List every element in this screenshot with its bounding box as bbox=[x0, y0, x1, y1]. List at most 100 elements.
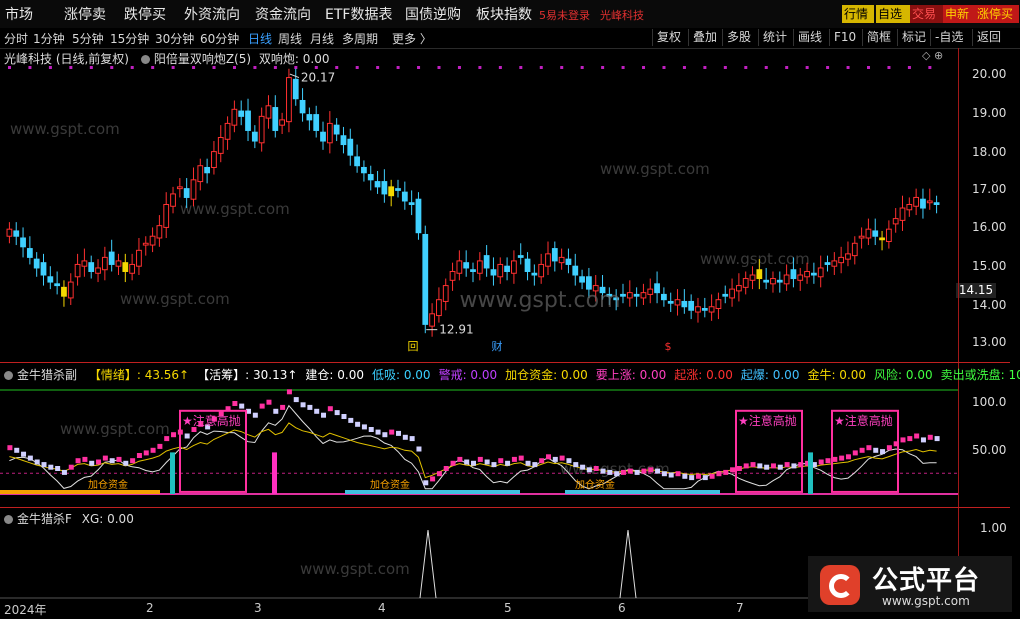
candle[interactable] bbox=[483, 255, 490, 269]
tool-mark[interactable]: 标记 bbox=[897, 29, 926, 46]
candle[interactable] bbox=[804, 270, 810, 278]
candle[interactable] bbox=[470, 269, 476, 272]
candle[interactable] bbox=[245, 110, 251, 131]
candle[interactable] bbox=[33, 258, 40, 269]
candle[interactable] bbox=[224, 122, 231, 140]
candle[interactable] bbox=[347, 138, 354, 156]
candle[interactable] bbox=[565, 258, 572, 265]
candle[interactable] bbox=[476, 260, 483, 274]
candle[interactable] bbox=[13, 230, 20, 237]
menu-bond-repo[interactable]: 国债逆购 bbox=[405, 4, 461, 24]
candlestick-chart[interactable]: 20.17 12.91 回 财 $ www.gspt.com bbox=[0, 62, 958, 352]
candle[interactable] bbox=[88, 262, 95, 272]
candle[interactable] bbox=[824, 262, 831, 265]
watchlist-button[interactable]: 自选 bbox=[876, 5, 910, 23]
candle[interactable] bbox=[149, 235, 156, 246]
candle[interactable] bbox=[54, 283, 61, 287]
candle[interactable] bbox=[190, 179, 197, 200]
candle[interactable] bbox=[885, 228, 892, 243]
period-60min[interactable]: 60分钟 bbox=[200, 30, 239, 47]
candle[interactable] bbox=[572, 265, 579, 276]
tool-remove-watch[interactable]: -自选 bbox=[930, 29, 963, 46]
candle[interactable] bbox=[558, 256, 565, 264]
stock-name-tab[interactable]: 光峰科技 bbox=[600, 7, 644, 23]
candle[interactable] bbox=[545, 253, 551, 267]
candle[interactable] bbox=[524, 258, 531, 272]
tool-multi-stock[interactable]: 多股 bbox=[722, 29, 751, 46]
menu-foreign-flow[interactable]: 外资流向 bbox=[184, 4, 240, 24]
candle[interactable] bbox=[26, 248, 33, 258]
period-30min[interactable]: 30分钟 bbox=[155, 30, 194, 47]
period-weekly[interactable]: 周线 bbox=[278, 30, 302, 47]
period-monthly[interactable]: 月线 bbox=[310, 30, 334, 47]
candle[interactable] bbox=[388, 186, 395, 197]
candle[interactable] bbox=[231, 108, 238, 126]
candle[interactable] bbox=[620, 293, 626, 297]
candle[interactable] bbox=[217, 137, 224, 154]
period-more[interactable]: 更多 〉 bbox=[392, 30, 432, 47]
candle[interactable] bbox=[872, 230, 879, 237]
candle[interactable] bbox=[204, 166, 211, 174]
candle[interactable] bbox=[926, 200, 933, 204]
candle[interactable] bbox=[579, 276, 585, 283]
candle[interactable] bbox=[763, 279, 770, 283]
candle[interactable] bbox=[695, 306, 701, 313]
period-5min[interactable]: 5分钟 bbox=[72, 30, 104, 47]
candle[interactable] bbox=[211, 151, 217, 168]
candle[interactable] bbox=[490, 269, 497, 276]
candle[interactable] bbox=[415, 198, 422, 234]
candle[interactable] bbox=[810, 272, 817, 276]
candle[interactable] bbox=[776, 279, 783, 283]
candle[interactable] bbox=[511, 260, 517, 274]
candle[interactable] bbox=[47, 276, 54, 283]
candle[interactable] bbox=[142, 242, 149, 246]
candle[interactable] bbox=[6, 228, 13, 237]
candle[interactable] bbox=[20, 237, 26, 248]
candle[interactable] bbox=[899, 207, 906, 221]
candle[interactable] bbox=[640, 292, 647, 299]
candle[interactable] bbox=[633, 293, 640, 297]
tool-back[interactable]: 返回 bbox=[972, 29, 1001, 46]
indicator-panel-1[interactable]: ★注意高抛 ★注意高抛 ★注意高抛加仓资金 加仓资金 加仓资金 bbox=[0, 380, 958, 506]
candle[interactable] bbox=[920, 198, 926, 209]
period-1min[interactable]: 1分钟 bbox=[33, 30, 65, 47]
candle[interactable] bbox=[101, 256, 108, 271]
candle[interactable] bbox=[163, 204, 170, 228]
candle[interactable] bbox=[279, 119, 285, 126]
candle[interactable] bbox=[381, 181, 388, 195]
candle[interactable] bbox=[742, 278, 749, 288]
candle[interactable] bbox=[326, 122, 333, 144]
tool-stats[interactable]: 统计 bbox=[758, 29, 787, 46]
candle[interactable] bbox=[408, 202, 415, 206]
candle[interactable] bbox=[463, 262, 470, 269]
period-daily[interactable]: 日线 bbox=[248, 30, 272, 47]
candle[interactable] bbox=[449, 270, 456, 281]
candle[interactable] bbox=[661, 293, 667, 301]
candle[interactable] bbox=[292, 78, 299, 100]
event-marker[interactable]: $ bbox=[665, 340, 672, 352]
candle[interactable] bbox=[879, 237, 885, 241]
trade-button[interactable]: 交易 bbox=[910, 5, 944, 23]
candle[interactable] bbox=[456, 260, 463, 274]
candle[interactable] bbox=[429, 313, 435, 327]
candle[interactable] bbox=[749, 274, 756, 281]
candle[interactable] bbox=[61, 286, 67, 297]
period-timeshare[interactable]: 分时 bbox=[4, 30, 28, 47]
candle[interactable] bbox=[197, 165, 204, 183]
candle[interactable] bbox=[497, 263, 504, 278]
candle[interactable] bbox=[306, 114, 313, 121]
candle[interactable] bbox=[790, 269, 797, 280]
menu-capital-flow[interactable]: 资金流向 bbox=[255, 4, 311, 24]
candle[interactable] bbox=[817, 267, 824, 278]
candle[interactable] bbox=[354, 156, 360, 167]
event-marker[interactable]: 财 bbox=[492, 339, 503, 352]
menu-sector-index[interactable]: 板块指数 bbox=[476, 4, 532, 24]
candle[interactable] bbox=[122, 262, 129, 272]
candle[interactable] bbox=[395, 188, 401, 191]
new-shares-button[interactable]: 申新 bbox=[943, 5, 977, 23]
candle[interactable] bbox=[674, 299, 681, 306]
candle[interactable] bbox=[74, 263, 81, 278]
panel-controls-icon[interactable]: ◇ ⊕ bbox=[922, 49, 943, 62]
candle[interactable] bbox=[115, 260, 122, 267]
candle[interactable] bbox=[626, 292, 633, 299]
